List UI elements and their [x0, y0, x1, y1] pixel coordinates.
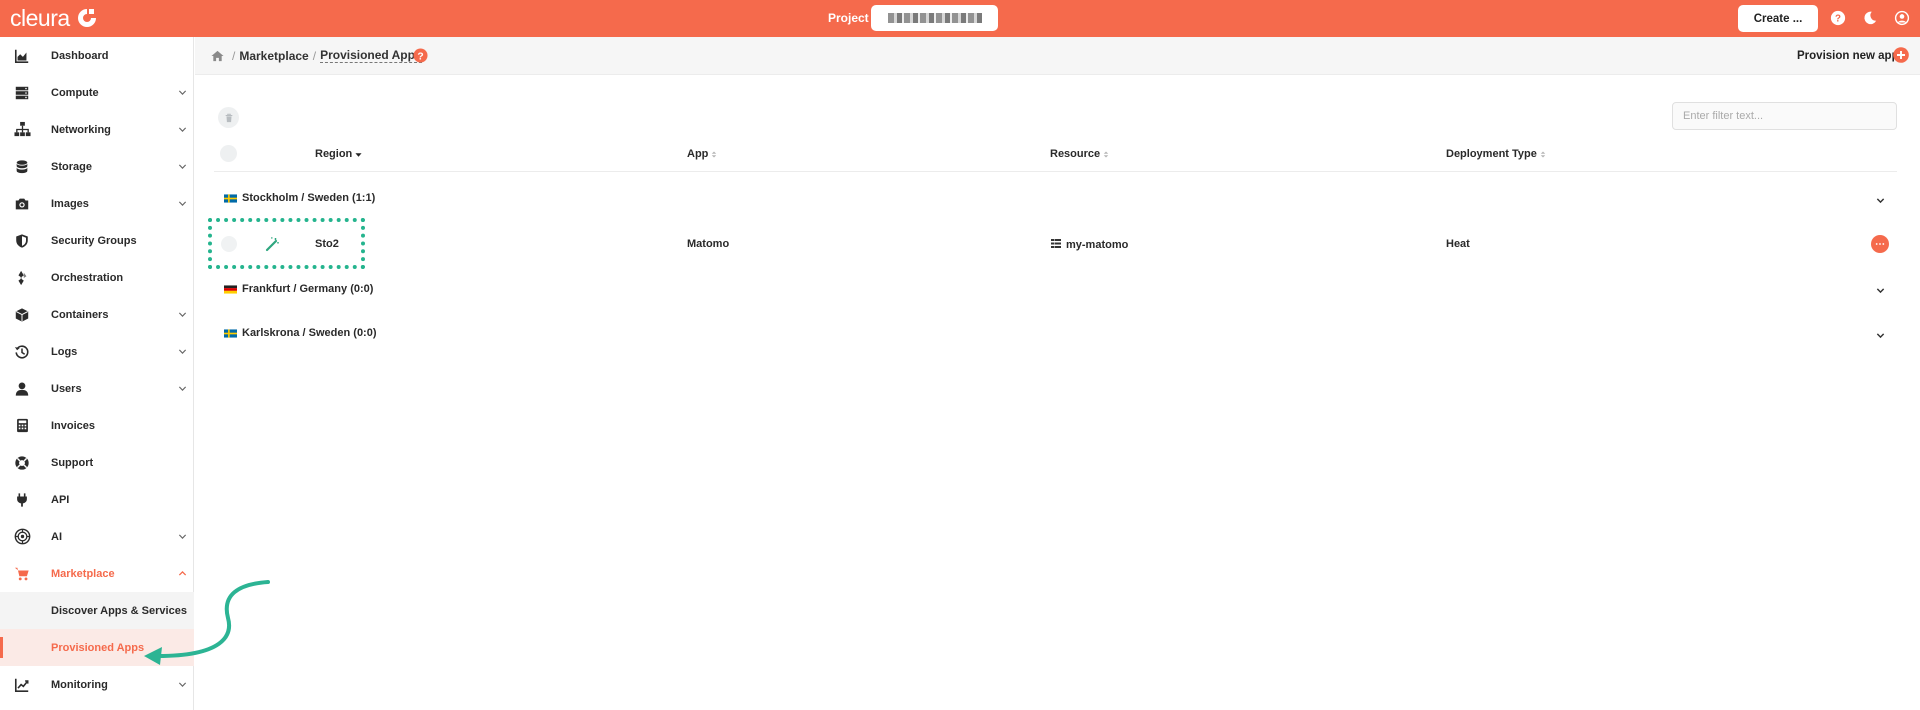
sidebar-subitem-provisioned-apps[interactable]: Provisioned Apps: [0, 629, 194, 666]
history-icon: [13, 343, 31, 361]
flag-sweden-icon: [224, 328, 237, 338]
chevron-down-icon: [178, 88, 187, 97]
database-icon: [13, 158, 31, 176]
sidebar-item-invoices[interactable]: Invoices: [0, 407, 194, 444]
chevron-down-icon: [178, 310, 187, 319]
region-group-karlskrona[interactable]: Karlskrona / Sweden (0:0): [224, 326, 377, 340]
cart-icon: [13, 565, 31, 583]
delete-button[interactable]: [218, 107, 239, 128]
trash-icon: [225, 113, 232, 122]
chevron-down-icon[interactable]: [1875, 330, 1885, 340]
magic-wand-icon: [265, 237, 279, 252]
flag-germany-icon: [224, 284, 237, 294]
sort-desc-icon: [355, 151, 362, 158]
user-circle-icon[interactable]: [1893, 9, 1911, 27]
chevron-down-icon[interactable]: [1875, 195, 1885, 205]
breadcrumb-bar: / Marketplace / Provisioned Apps: [195, 37, 1920, 75]
chevron-down-icon: [178, 125, 187, 134]
provision-new-app-link[interactable]: Provision new app: [1797, 50, 1899, 62]
server-icon: [13, 84, 31, 102]
sidebar-item-compute[interactable]: Compute: [0, 74, 194, 111]
lifebuoy-icon: [13, 454, 31, 472]
network-icon: [13, 121, 31, 139]
column-header-deployment-type[interactable]: Deployment Type: [1446, 148, 1546, 160]
row-actions-button[interactable]: [1871, 235, 1889, 253]
brand-logo[interactable]: cleura: [10, 4, 98, 32]
orchestration-icon: [13, 269, 31, 287]
more-horizontal-icon: [1875, 243, 1885, 245]
column-header-app[interactable]: App: [687, 148, 717, 160]
sidebar-item-security-groups[interactable]: Security Groups: [0, 222, 194, 259]
top-bar: cleura Project Create ... ?: [0, 0, 1920, 37]
sidebar-item-ai[interactable]: AI: [0, 518, 194, 555]
cell-resource-link[interactable]: my-matomo: [1066, 239, 1128, 251]
chart-line-icon: [13, 676, 31, 694]
project-name-redacted: [887, 13, 982, 23]
chevron-up-icon: [178, 569, 187, 578]
header-divider: [214, 171, 1897, 172]
home-icon[interactable]: [211, 50, 224, 62]
sidebar-item-support[interactable]: Support: [0, 444, 194, 481]
chevron-down-icon: [178, 347, 187, 356]
cell-app: Matomo: [687, 238, 730, 250]
sort-icon: [1103, 150, 1109, 159]
create-button[interactable]: Create ...: [1738, 5, 1818, 32]
select-all-checkbox[interactable]: [220, 145, 237, 162]
region-group-frankfurt[interactable]: Frankfurt / Germany (0:0): [224, 282, 373, 296]
plus-circle-icon[interactable]: [1893, 47, 1909, 63]
chevron-down-icon: [178, 384, 187, 393]
sidebar-item-images[interactable]: Images: [0, 185, 194, 222]
help-icon[interactable]: ?: [413, 48, 428, 63]
plug-icon: [13, 491, 31, 509]
table-grid-icon: [1051, 239, 1061, 248]
chevron-down-icon[interactable]: [1875, 285, 1885, 295]
sidebar-item-networking[interactable]: Networking: [0, 111, 194, 148]
svg-text:?: ?: [1835, 14, 1841, 25]
chevron-down-icon: [178, 199, 187, 208]
sidebar: Dashboard Compute Networking Storage Ima…: [0, 37, 194, 710]
chevron-down-icon: [178, 532, 187, 541]
sidebar-item-containers[interactable]: Containers: [0, 296, 194, 333]
sidebar-item-monitoring[interactable]: Monitoring: [0, 666, 194, 703]
chart-area-icon: [13, 47, 31, 65]
sidebar-subitem-discover-apps[interactable]: Discover Apps & Services: [0, 592, 194, 629]
sidebar-item-storage[interactable]: Storage: [0, 148, 194, 185]
column-header-region[interactable]: Region: [315, 148, 362, 160]
breadcrumb-marketplace[interactable]: Marketplace: [239, 49, 308, 63]
cube-icon: [13, 306, 31, 324]
flag-sweden-icon: [224, 193, 237, 203]
svg-text:?: ?: [417, 51, 423, 62]
filter-input[interactable]: [1672, 102, 1897, 130]
shield-icon: [13, 232, 31, 250]
breadcrumb-provisioned-apps: Provisioned Apps: [320, 48, 422, 63]
row-checkbox[interactable]: [221, 236, 237, 252]
column-header-resource[interactable]: Resource: [1050, 148, 1109, 160]
camera-icon: [13, 195, 31, 213]
sidebar-item-logs[interactable]: Logs: [0, 333, 194, 370]
breadcrumb: / Marketplace / Provisioned Apps: [211, 48, 422, 63]
chevron-down-icon: [178, 162, 187, 171]
region-group-stockholm[interactable]: Stockholm / Sweden (1:1): [224, 191, 375, 205]
project-label: Project: [828, 11, 869, 25]
project-select[interactable]: [871, 5, 998, 31]
moon-icon[interactable]: [1861, 9, 1879, 27]
sort-icon: [711, 150, 717, 159]
cell-deployment-type: Heat: [1446, 238, 1470, 250]
sidebar-item-api[interactable]: API: [0, 481, 194, 518]
sidebar-item-orchestration[interactable]: Orchestration: [0, 259, 194, 296]
user-icon: [13, 380, 31, 398]
calculator-icon: [13, 417, 31, 435]
sidebar-item-users[interactable]: Users: [0, 370, 194, 407]
sidebar-item-marketplace[interactable]: Marketplace: [0, 555, 194, 592]
brand-name: cleura: [10, 4, 70, 31]
cell-region: Sto2: [315, 238, 339, 250]
sidebar-item-dashboard[interactable]: Dashboard: [0, 37, 194, 74]
chevron-down-icon: [178, 680, 187, 689]
sort-icon: [1540, 150, 1546, 159]
help-circle-icon[interactable]: ?: [1829, 9, 1847, 27]
cleura-logo-icon: [77, 9, 96, 27]
ai-icon: [13, 528, 31, 546]
